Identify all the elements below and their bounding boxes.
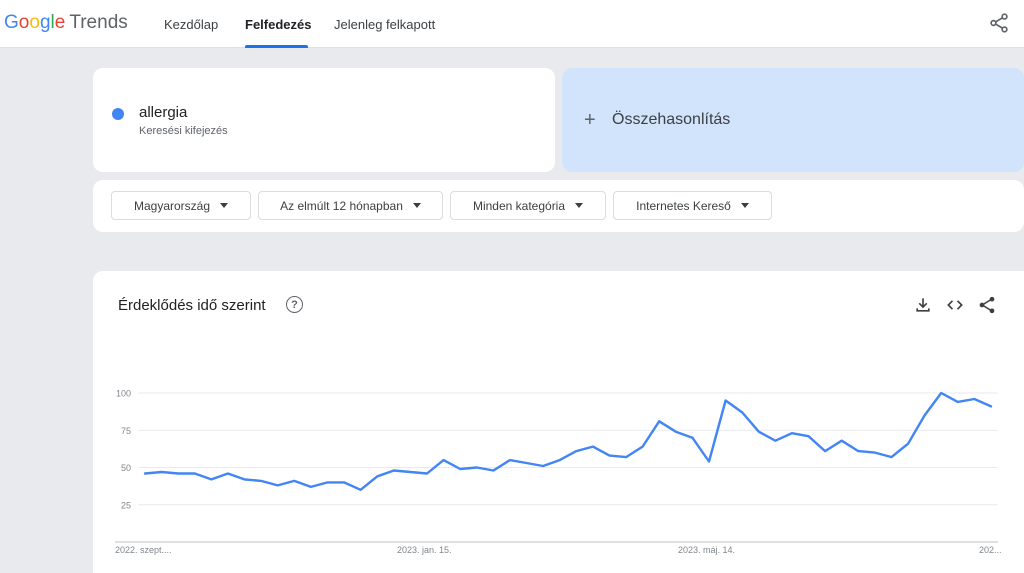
caret-down-icon bbox=[575, 203, 584, 208]
filter-label: Az elmúlt 12 hónapban bbox=[280, 198, 403, 213]
search-term-type: Keresési kifejezés bbox=[139, 125, 228, 137]
filter-category[interactable]: Minden kategória bbox=[450, 191, 606, 220]
filter-search-type[interactable]: Internetes Kereső bbox=[613, 191, 772, 220]
active-tab-indicator bbox=[245, 45, 308, 48]
filter-label: Internetes Kereső bbox=[636, 198, 731, 213]
logo-letter: o bbox=[18, 12, 30, 33]
x-tick-label: 202... bbox=[979, 545, 1002, 555]
interest-line-chart: 25 50 75 100 2022. szept.... 2023. jan. 15. 20… bbox=[115, 389, 1002, 555]
filter-region[interactable]: Magyarország bbox=[111, 191, 251, 220]
y-tick-label: 25 bbox=[121, 500, 131, 510]
filter-bar: Magyarország Az elmúlt 12 hónapban Minde… bbox=[93, 180, 1024, 232]
plus-icon: + bbox=[584, 108, 596, 131]
logo-letter: G bbox=[4, 12, 19, 33]
filter-label: Magyarország bbox=[133, 198, 211, 213]
series-line bbox=[143, 391, 993, 491]
logo-letter: e bbox=[54, 12, 66, 33]
x-tick-label: 2023. máj. 14. bbox=[678, 545, 735, 555]
tab-home[interactable]: Kezdőlap bbox=[164, 0, 218, 48]
compare-label: Összehasonlítás bbox=[612, 111, 731, 128]
x-tick-label: 2023. jan. 15. bbox=[397, 545, 452, 555]
caret-down-icon bbox=[412, 203, 421, 208]
x-tick-label: 2022. szept.... bbox=[115, 545, 172, 555]
tab-label: Jelenleg felkapott bbox=[334, 16, 436, 32]
tab-trending-now[interactable]: Jelenleg felkapott bbox=[334, 0, 435, 48]
y-tick-label: 100 bbox=[116, 389, 131, 399]
tab-explore[interactable]: Felfedezés bbox=[245, 0, 311, 48]
tab-label: Felfedezés bbox=[245, 16, 312, 32]
tab-label: Kezdőlap bbox=[164, 16, 219, 32]
compare-button[interactable]: + Összehasonlítás bbox=[562, 68, 1024, 172]
term-color-dot bbox=[112, 108, 124, 120]
top-bar: Google Trends Kezdőlap Felfedezés Jelenle… bbox=[0, 0, 1024, 48]
caret-down-icon bbox=[740, 203, 749, 208]
y-tick-label: 50 bbox=[121, 463, 131, 473]
filter-label: Minden kategória bbox=[472, 198, 566, 213]
search-term: allergia bbox=[139, 104, 188, 121]
logo-letter: g bbox=[39, 12, 51, 33]
filter-time-range[interactable]: Az elmúlt 12 hónapban bbox=[258, 191, 443, 220]
caret-down-icon bbox=[220, 203, 229, 208]
logo-letter: o bbox=[29, 12, 40, 33]
share-icon[interactable] bbox=[988, 12, 1010, 34]
y-tick-label: 75 bbox=[121, 426, 131, 436]
google-trends-logo[interactable]: Google Trends bbox=[4, 12, 128, 34]
interest-over-time-card: Érdeklődés idő szerint ? 25 50 75 100 2022. … bbox=[93, 271, 1024, 573]
logo-suffix: Trends bbox=[69, 12, 128, 33]
search-term-card[interactable]: allergia Keresési kifejezés bbox=[93, 68, 555, 172]
